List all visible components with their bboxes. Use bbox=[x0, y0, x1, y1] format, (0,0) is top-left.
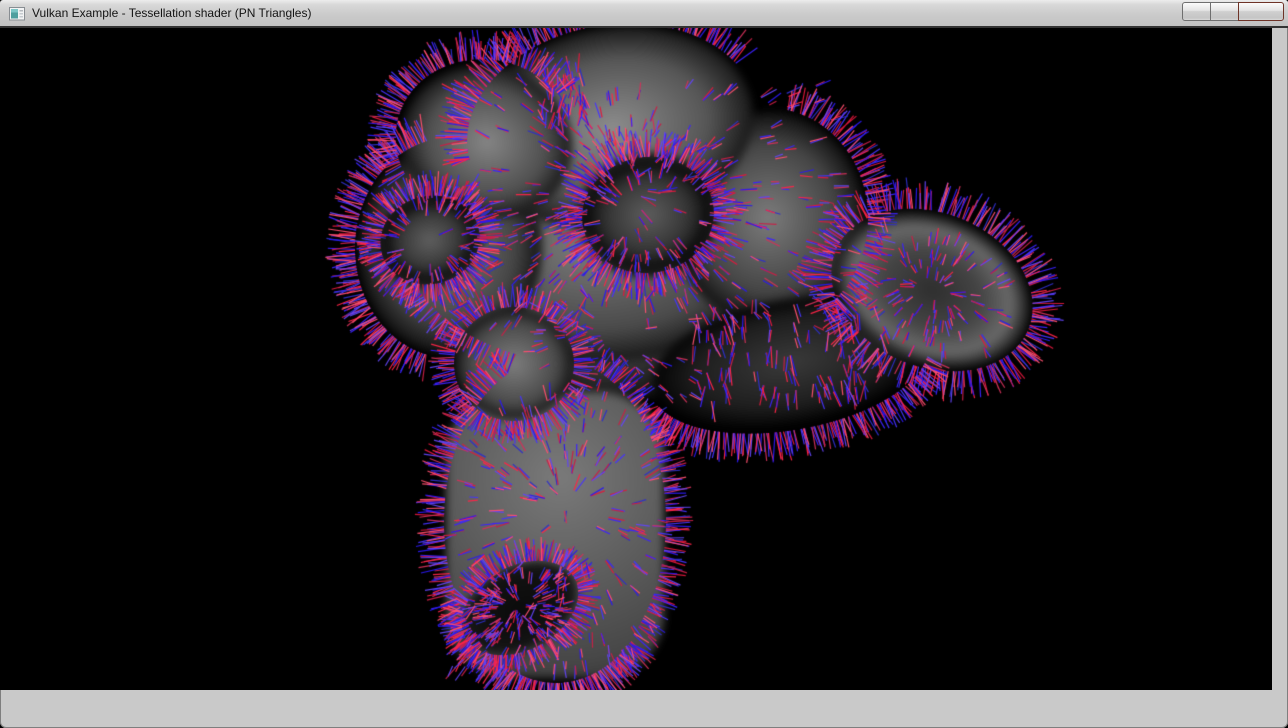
minimize-button[interactable] bbox=[1182, 2, 1211, 21]
window-title: Vulkan Example - Tessellation shader (PN… bbox=[32, 0, 311, 28]
maximize-button[interactable] bbox=[1210, 2, 1239, 21]
app-icon[interactable] bbox=[9, 6, 25, 22]
render-viewport[interactable] bbox=[0, 0, 1272, 690]
close-button[interactable] bbox=[1238, 2, 1284, 21]
window-controls bbox=[1182, 2, 1284, 21]
title-bar[interactable]: Vulkan Example - Tessellation shader (PN… bbox=[0, 0, 1288, 28]
app-window: Vulkan Example - Tessellation shader (PN… bbox=[0, 0, 1288, 728]
